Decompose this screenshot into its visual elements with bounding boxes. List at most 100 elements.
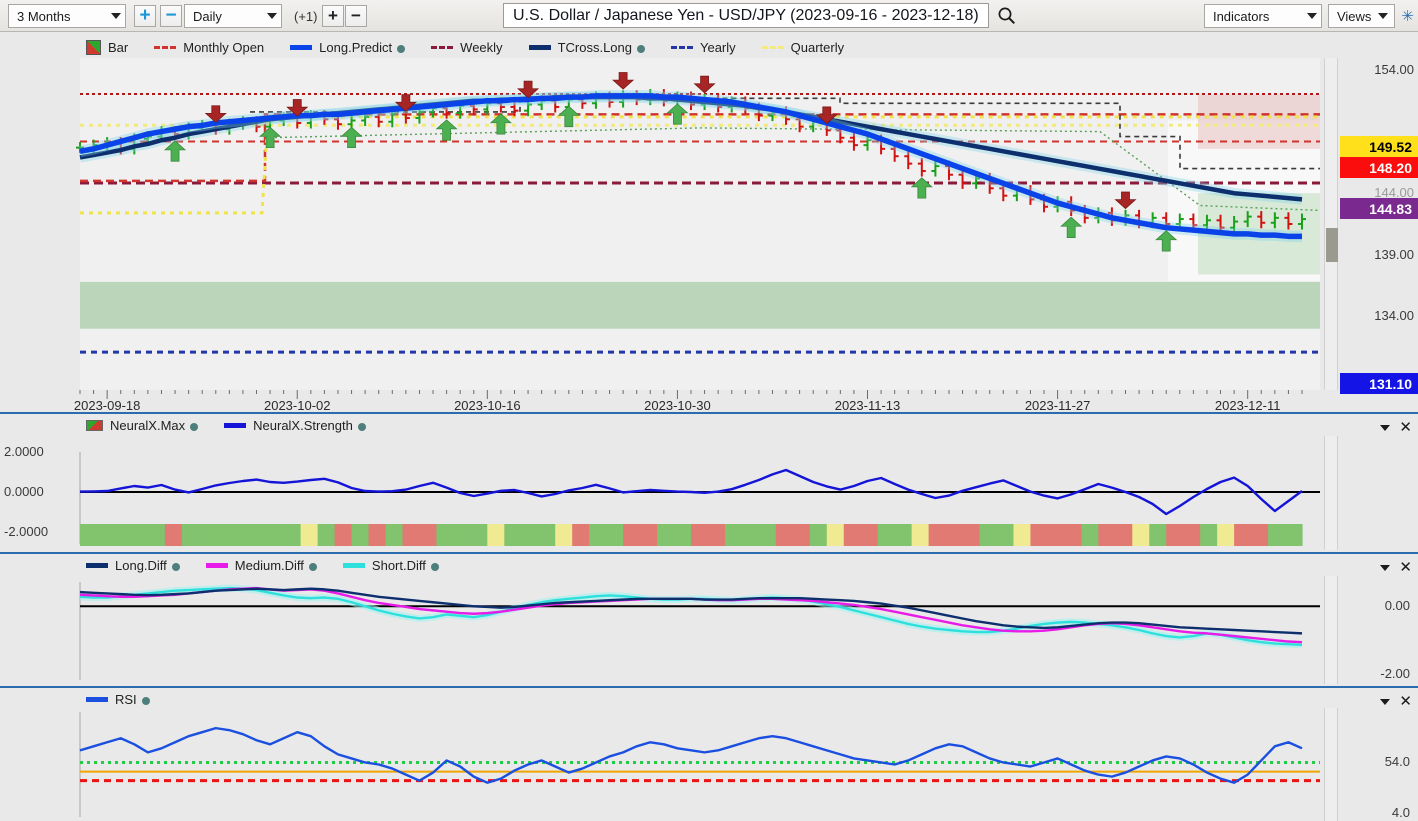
price-chart-panel: Bar Monthly Open Long.Predict Weekly TCross.… — [0, 32, 1418, 413]
close-icon[interactable]: ✕ — [1399, 694, 1412, 709]
rsi-axis: 54.0 4.0 — [1338, 708, 1418, 821]
rsi-vertical-scrollbar[interactable] — [1324, 708, 1338, 821]
price-vertical-scrollbar[interactable] — [1324, 58, 1338, 390]
solid-line-icon — [290, 45, 313, 50]
legend-item[interactable]: Yearly — [670, 40, 736, 55]
interval-select[interactable]: Daily — [184, 4, 282, 28]
legend-item[interactable]: NeuralX.Max — [86, 418, 199, 433]
legend-item[interactable]: TCross.Long — [528, 40, 645, 55]
favorite-icon[interactable]: ✳ — [1401, 9, 1414, 24]
neuralx-vertical-scrollbar[interactable] — [1324, 436, 1338, 550]
legend-settings-dot-icon[interactable] — [636, 45, 645, 53]
panel-menu-icon[interactable] — [1380, 564, 1391, 571]
price-level-tag[interactable]: 144.83 — [1340, 198, 1418, 219]
legend-item[interactable]: Short.Diff — [342, 558, 439, 573]
neuralx-axis-tick: 0.0000 — [4, 484, 44, 499]
legend-settings-dot-icon[interactable] — [397, 45, 406, 53]
rsi-panel: RSI ✕ 54.0 4.0 — [0, 686, 1418, 821]
symbol-title[interactable]: U.S. Dollar / Japanese Yen - USD/JPY (20… — [503, 3, 989, 28]
diff-plot-area[interactable] — [0, 576, 1340, 684]
legend-label: Medium.Diff — [234, 558, 304, 573]
neuralx-axis-tick: 2.0000 — [4, 444, 44, 459]
diff-legend: Long.Diff Medium.Diff Short.Diff — [86, 558, 465, 573]
close-icon[interactable]: ✕ — [1399, 560, 1412, 575]
panel-menu-icon[interactable] — [1380, 698, 1391, 705]
date-axis-tick: 2023-10-30 — [644, 398, 711, 413]
legend-label: NeuralX.Max — [110, 418, 186, 433]
chevron-down-icon — [267, 13, 277, 19]
legend-label: Long.Diff — [115, 558, 167, 573]
legend-item[interactable]: Long.Predict — [290, 40, 406, 55]
plus-icon: + — [328, 5, 338, 25]
chevron-down-icon — [1378, 13, 1389, 19]
neuralx-legend: NeuralX.Max NeuralX.Strength — [86, 418, 392, 433]
indicators-label: Indicators — [1212, 8, 1270, 24]
views-label: Views — [1336, 8, 1372, 24]
legend-label: NeuralX.Strength — [253, 418, 353, 433]
indicators-select[interactable]: Indicators — [1203, 4, 1322, 28]
legend-label: Quarterly — [790, 40, 845, 55]
plus-icon: + — [139, 4, 151, 26]
range-select-value: 3 Months — [17, 8, 71, 24]
chevron-down-icon — [1306, 13, 1317, 19]
range-select[interactable]: 3 Months — [8, 4, 126, 28]
toolbar-right-group: Indicators Views ✳ — [1198, 4, 1414, 28]
search-icon[interactable] — [997, 6, 1016, 25]
price-plot-area[interactable] — [0, 58, 1340, 390]
legend-item[interactable]: Quarterly — [761, 40, 845, 55]
neuralx-panel: NeuralX.Max NeuralX.Strength ✕ 2.0000 0.00… — [0, 412, 1418, 552]
range-plus-button[interactable]: + — [134, 5, 156, 27]
dash-line-icon — [431, 46, 454, 49]
legend-label: Long.Predict — [319, 40, 393, 55]
legend-settings-dot-icon[interactable] — [171, 563, 180, 571]
interval-select-value: Daily — [193, 8, 222, 24]
range-minus-button[interactable]: − — [160, 5, 182, 27]
diff-vertical-scrollbar[interactable] — [1324, 576, 1338, 684]
date-axis-tick: 2023-10-16 — [454, 398, 521, 413]
legend-item[interactable]: Medium.Diff — [205, 558, 317, 573]
price-level-tag[interactable]: 149.52 — [1340, 136, 1418, 157]
price-axis: 154.00139.00134.00129.00144.00149.52148.… — [1338, 58, 1418, 394]
neuralx-plot-area[interactable] — [0, 436, 1340, 550]
price-axis-tick: 154.00 — [1374, 62, 1414, 77]
panel-menu-icon[interactable] — [1380, 424, 1391, 431]
date-axis-tick: 2023-11-13 — [834, 398, 901, 413]
price-level-tag[interactable]: 131.10 — [1340, 373, 1418, 394]
views-select[interactable]: Views — [1327, 4, 1396, 28]
legend-item[interactable]: Weekly — [431, 40, 503, 55]
diff-axis-tick: -2.00 — [1380, 666, 1410, 681]
price-axis-tick: 139.00 — [1374, 246, 1414, 262]
price-axis-tick: 134.00 — [1374, 308, 1414, 324]
legend-label: Short.Diff — [371, 558, 426, 573]
legend-item[interactable]: Monthly Open — [154, 40, 264, 55]
diff-axis-tick: 0.00 — [1384, 598, 1410, 614]
diff-panel-controls: ✕ — [1380, 560, 1412, 575]
price-level-tag[interactable]: 148.20 — [1340, 157, 1418, 178]
solid-line-icon — [342, 563, 365, 568]
panel-divider — [0, 686, 1418, 688]
legend-item[interactable]: NeuralX.Strength — [224, 418, 366, 433]
rsi-legend: RSI — [86, 692, 176, 707]
legend-item[interactable]: RSI — [86, 692, 150, 707]
legend-settings-dot-icon[interactable] — [190, 423, 199, 431]
solid-line-icon — [224, 423, 247, 428]
legend-label: Bar — [108, 40, 129, 55]
offset-plus-button[interactable]: + — [322, 5, 344, 27]
legend-settings-dot-icon[interactable] — [308, 563, 317, 571]
legend-settings-dot-icon[interactable] — [357, 423, 366, 431]
legend-item[interactable]: Bar — [86, 40, 128, 55]
bar-swatch-icon — [86, 40, 101, 55]
legend-item[interactable]: Long.Diff — [86, 558, 180, 573]
legend-settings-dot-icon[interactable] — [141, 697, 150, 705]
neuralx-axis-tick: -2.0000 — [4, 524, 49, 539]
date-axis-tick: 2023-10-02 — [263, 398, 331, 413]
offset-minus-button[interactable]: − — [345, 5, 367, 27]
rsi-plot-area[interactable] — [0, 708, 1340, 821]
solid-line-icon — [86, 697, 108, 702]
neuralx-panel-controls: ✕ — [1380, 420, 1412, 435]
close-icon[interactable]: ✕ — [1399, 420, 1412, 435]
legend-settings-dot-icon[interactable] — [430, 563, 439, 571]
price-scroll-thumb[interactable] — [1326, 228, 1338, 262]
symbol-title-wrap: U.S. Dollar / Japanese Yen - USD/JPY (20… — [503, 3, 1016, 28]
rsi-panel-controls: ✕ — [1380, 694, 1412, 709]
